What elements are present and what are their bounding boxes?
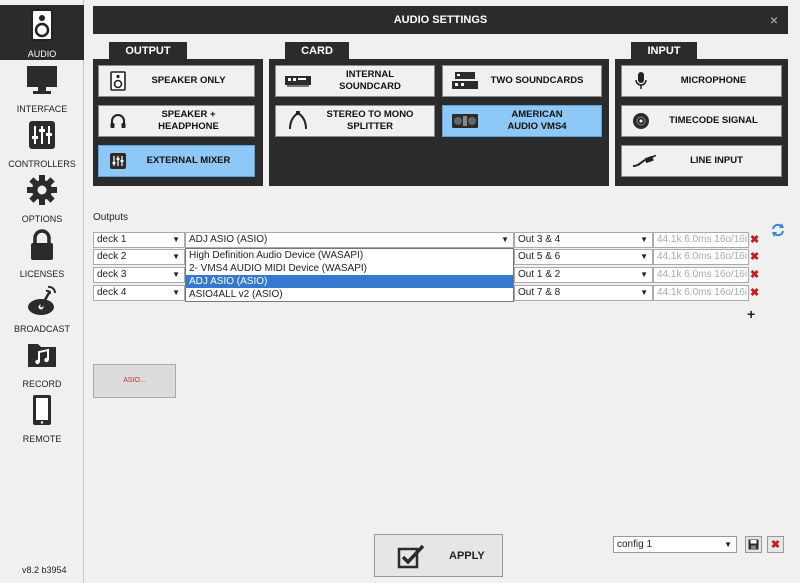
sidebar-item-label: RECORD bbox=[22, 379, 62, 389]
music-folder-icon bbox=[28, 344, 56, 367]
sidebar-item-label: INTERFACE bbox=[16, 104, 68, 114]
delete-icon[interactable]: ✖ bbox=[750, 249, 760, 265]
controller-device-icon bbox=[452, 114, 478, 128]
device-info: 44.1k 6.0ms 16o/16i bbox=[653, 285, 749, 301]
channel-select[interactable]: Out 5 & 6 ▼ bbox=[514, 249, 653, 265]
checkbox-check-icon bbox=[397, 544, 425, 568]
chevron-down-icon: ▼ bbox=[640, 288, 648, 297]
sidebar-item-label: CONTROLLERS bbox=[8, 159, 76, 169]
sidebar-item-label: BROADCAST bbox=[13, 324, 70, 334]
chevron-down-icon: ▼ bbox=[640, 270, 648, 279]
delete-icon[interactable]: ✖ bbox=[750, 267, 760, 283]
speaker-icon bbox=[31, 9, 53, 41]
mixer-icon bbox=[110, 153, 126, 169]
two-soundcards-button[interactable]: TWO SOUNDCARDS bbox=[442, 65, 602, 97]
device-info: 44.1k 6.0ms 16o/16i bbox=[653, 267, 749, 283]
jack-cable-icon bbox=[632, 154, 657, 167]
speaker-icon bbox=[110, 71, 126, 91]
microphone-icon bbox=[635, 72, 647, 89]
add-output-button[interactable]: + bbox=[747, 306, 755, 322]
deck-select[interactable]: deck 4 ▼ bbox=[93, 285, 185, 301]
chevron-down-icon: ▼ bbox=[172, 235, 180, 244]
monitor-icon bbox=[27, 66, 57, 94]
chevron-down-icon: ▼ bbox=[724, 540, 732, 549]
device-info: 44.1k 6.0ms 16o/16i bbox=[653, 232, 749, 248]
sidebar-item-label: LICENSES bbox=[19, 269, 65, 279]
sliders-icon bbox=[29, 121, 55, 149]
chevron-down-icon: ▼ bbox=[172, 270, 180, 279]
deck-select[interactable]: deck 3 ▼ bbox=[93, 267, 185, 283]
splitter-cable-icon bbox=[289, 111, 307, 130]
sidebar-item-controllers[interactable]: CONTROLLERS bbox=[0, 115, 84, 170]
input-section-title: INPUT bbox=[631, 42, 697, 60]
chevron-down-icon: ▼ bbox=[640, 252, 648, 261]
dropdown-option[interactable]: ASIO4ALL v2 (ASIO) bbox=[186, 288, 513, 301]
microphone-button[interactable]: MICROPHONE bbox=[621, 65, 782, 97]
card-section-title: CARD bbox=[285, 42, 349, 60]
config-select[interactable]: config 1 ▼ bbox=[613, 536, 737, 553]
lock-icon bbox=[31, 229, 53, 260]
save-config-button[interactable] bbox=[745, 536, 762, 553]
dropdown-option[interactable]: High Definition Audio Device (WASAPI) bbox=[186, 249, 513, 262]
external-mixer-button[interactable]: EXTERNAL MIXER bbox=[98, 145, 255, 177]
sidebar-item-interface[interactable]: INTERFACE bbox=[0, 60, 84, 115]
speaker-only-button[interactable]: SPEAKER ONLY bbox=[98, 65, 255, 97]
sidebar-item-label: REMOTE bbox=[22, 434, 62, 444]
outputs-label: Outputs bbox=[93, 212, 129, 223]
speaker-headphone-button[interactable]: SPEAKER + HEADPHONE bbox=[98, 105, 255, 137]
sidebar-item-record[interactable]: RECORD bbox=[0, 335, 84, 390]
delete-icon[interactable]: ✖ bbox=[750, 285, 760, 301]
deck-select[interactable]: deck 1 ▼ bbox=[93, 232, 185, 248]
dropdown-option[interactable]: 2- VMS4 AUDIO MIDI Device (WASAPI) bbox=[186, 262, 513, 275]
close-icon[interactable]: × bbox=[770, 6, 778, 34]
save-icon bbox=[748, 539, 759, 550]
headphone-icon bbox=[110, 114, 126, 128]
chevron-down-icon: ▼ bbox=[172, 288, 180, 297]
two-soundcards-icon bbox=[452, 72, 478, 89]
channel-select[interactable]: Out 1 & 2 ▼ bbox=[514, 267, 653, 283]
device-select[interactable]: ADJ ASIO (ASIO) ▼ bbox=[185, 232, 514, 248]
timecode-signal-button[interactable]: TIMECODE SIGNAL bbox=[621, 105, 782, 137]
channel-select[interactable]: Out 7 & 8 ▼ bbox=[514, 285, 653, 301]
device-dropdown-list: High Definition Audio Device (WASAPI) 2-… bbox=[185, 248, 514, 302]
sidebar: AUDIO INTERFACE CONTROLLERS OPTIONS LICE… bbox=[0, 0, 84, 583]
vinyl-icon bbox=[633, 113, 649, 129]
chevron-down-icon: ▼ bbox=[640, 235, 648, 244]
sidebar-item-licenses[interactable]: LICENSES bbox=[0, 225, 84, 280]
output-panel: SPEAKER ONLY SPEAKER + HEADPHONE EXTERNA… bbox=[93, 59, 263, 186]
chevron-down-icon: ▼ bbox=[501, 235, 509, 244]
channel-select[interactable]: Out 3 & 4 ▼ bbox=[514, 232, 653, 248]
sidebar-item-broadcast[interactable]: BROADCAST bbox=[0, 280, 84, 335]
dropdown-option[interactable]: ADJ ASIO (ASIO) bbox=[186, 275, 513, 288]
deck-select[interactable]: deck 2 ▼ bbox=[93, 249, 185, 265]
gear-icon bbox=[27, 175, 57, 205]
delete-config-button[interactable]: ✖ bbox=[767, 536, 784, 553]
internal-soundcard-button[interactable]: INTERNAL SOUNDCARD bbox=[275, 65, 435, 97]
sidebar-item-audio[interactable]: AUDIO bbox=[0, 5, 84, 60]
broadcast-icon bbox=[28, 285, 57, 315]
american-audio-vms4-button[interactable]: AMERICAN AUDIO VMS4 bbox=[442, 105, 602, 137]
refresh-icon[interactable] bbox=[770, 222, 786, 238]
apply-button[interactable]: APPLY bbox=[374, 534, 503, 577]
version-label: v8.2 b3954 bbox=[22, 565, 67, 575]
output-section-title: OUTPUT bbox=[109, 42, 187, 60]
stereo-to-mono-splitter-button[interactable]: STEREO TO MONO SPLITTER bbox=[275, 105, 435, 137]
chevron-down-icon: ▼ bbox=[172, 252, 180, 261]
tablet-icon bbox=[33, 395, 51, 425]
sidebar-item-label: AUDIO bbox=[27, 49, 57, 59]
sidebar-item-options[interactable]: OPTIONS bbox=[0, 170, 84, 225]
line-input-button[interactable]: LINE INPUT bbox=[621, 145, 782, 177]
card-panel: INTERNAL SOUNDCARD TWO SOUNDCARDS STEREO… bbox=[269, 59, 609, 186]
asio-config-button[interactable]: ASIO... bbox=[93, 364, 176, 398]
device-info: 44.1k 6.0ms 16o/16i bbox=[653, 249, 749, 265]
sidebar-item-label: OPTIONS bbox=[21, 214, 63, 224]
window-title: AUDIO SETTINGS bbox=[393, 14, 488, 26]
soundcard-icon bbox=[285, 76, 311, 87]
delete-icon[interactable]: ✖ bbox=[750, 232, 760, 248]
titlebar: AUDIO SETTINGS × bbox=[93, 6, 788, 34]
sidebar-item-remote[interactable]: REMOTE bbox=[0, 390, 84, 445]
input-panel: MICROPHONE TIMECODE SIGNAL LINE INPUT bbox=[615, 59, 788, 186]
